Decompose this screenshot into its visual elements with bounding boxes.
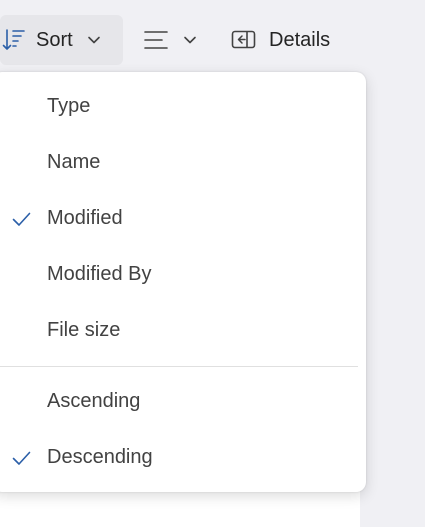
chevron-down-icon [87,35,101,45]
menu-item-label: Modified By [47,262,152,285]
view-options-button[interactable] [137,15,219,65]
menu-divider [0,366,358,367]
menu-item-sort-modified-by[interactable]: Modified By [0,246,366,302]
sort-label: Sort [36,28,73,51]
stage: Sort Details Type Name Modified Modified… [0,0,425,527]
menu-item-label: Ascending [47,389,141,412]
list-view-icon [143,28,171,52]
menu-item-sort-name[interactable]: Name [0,134,366,190]
menu-item-label: Name [47,150,101,173]
details-button[interactable]: Details [219,15,330,65]
menu-item-label: Descending [47,445,153,468]
menu-item-sort-file-size[interactable]: File size [0,302,366,358]
menu-item-sort-type[interactable]: Type [0,78,366,134]
checkmark-icon [10,208,32,230]
menu-item-label: Type [47,94,91,117]
chevron-down-icon [183,35,197,45]
sort-menu: Type Name Modified Modified By File size… [0,72,366,492]
toolbar: Sort Details [0,14,330,66]
details-label: Details [269,28,331,51]
menu-item-descending[interactable]: Descending [0,429,366,485]
checkmark-icon [10,447,32,469]
menu-item-label: File size [47,318,121,341]
details-pane-icon [231,29,257,51]
sort-button[interactable]: Sort [0,15,123,65]
menu-item-ascending[interactable]: Ascending [0,373,366,429]
sort-icon [2,27,26,53]
menu-item-label: Modified [47,206,123,229]
menu-item-sort-modified[interactable]: Modified [0,190,366,246]
